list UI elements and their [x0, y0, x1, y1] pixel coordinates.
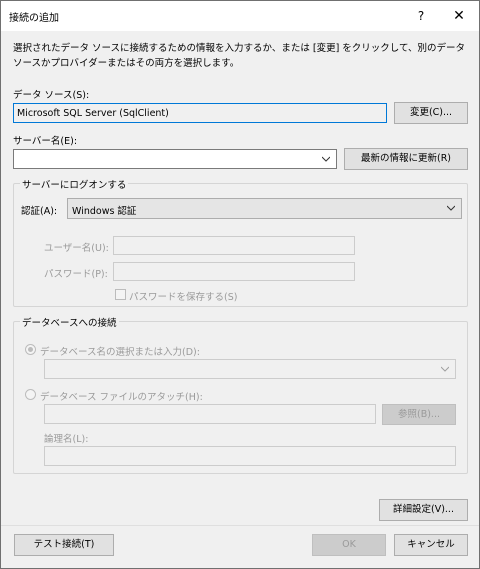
data-source-field[interactable]: Microsoft SQL Server (SqlClient) [13, 103, 387, 123]
database-group-title: データベースへの接続 [20, 315, 119, 329]
logical-name-field[interactable] [44, 446, 456, 466]
window-title: 接続の追加 [9, 13, 59, 24]
chevron-down-icon [447, 205, 455, 211]
password-field[interactable] [113, 262, 355, 281]
select-db-radio[interactable] [25, 344, 36, 355]
cancel-button[interactable]: キャンセル [394, 534, 468, 556]
auth-value: Windows 認証 [72, 206, 137, 217]
description-text: 選択されたデータ ソースに接続するための情報を入力するか、または [変更] をク… [13, 43, 466, 69]
add-connection-dialog: 接続の追加 ? ✕ 選択されたデータ ソースに接続するための情報を入力するか、ま… [0, 0, 480, 569]
server-name-label: サーバー名(E): [13, 136, 78, 147]
username-field[interactable] [113, 236, 355, 255]
attach-db-label: データベース ファイルのアタッチ(H): [40, 392, 203, 403]
footer: テスト接続(T) OK キャンセル [1, 526, 479, 568]
username-label: ユーザー名(U): [44, 243, 109, 254]
title-bar: 接続の追加 ? ✕ [1, 1, 479, 31]
close-button[interactable]: ✕ [439, 1, 479, 31]
test-connection-button[interactable]: テスト接続(T) [14, 534, 114, 556]
change-button[interactable]: 変更(C)... [394, 102, 468, 124]
save-password-label: パスワードを保存する(S) [129, 292, 238, 303]
auth-dropdown[interactable]: Windows 認証 [67, 198, 462, 219]
attach-db-radio[interactable] [25, 389, 36, 400]
data-source-value: Microsoft SQL Server (SqlClient) [17, 108, 169, 119]
browse-button[interactable]: 参照(B)... [382, 404, 456, 425]
logon-group-title: サーバーにログオンする [20, 177, 129, 191]
refresh-button[interactable]: 最新の情報に更新(R) [344, 148, 468, 170]
logical-name-label: 論理名(L): [44, 434, 89, 445]
select-db-label: データベース名の選択または入力(D): [40, 347, 200, 358]
chevron-down-icon[interactable] [322, 155, 330, 163]
chevron-down-icon[interactable] [441, 365, 449, 373]
ok-button[interactable]: OK [312, 534, 386, 556]
save-password-checkbox[interactable] [115, 289, 126, 300]
help-button[interactable]: ? [401, 1, 441, 31]
auth-label: 認証(A): [21, 206, 58, 217]
password-label: パスワード(P): [44, 269, 108, 280]
attach-file-field[interactable] [44, 404, 376, 424]
data-source-label: データ ソース(S): [13, 90, 90, 101]
server-name-combobox[interactable] [13, 149, 337, 169]
db-name-combobox[interactable] [44, 359, 456, 379]
advanced-button[interactable]: 詳細設定(V)... [379, 499, 468, 521]
